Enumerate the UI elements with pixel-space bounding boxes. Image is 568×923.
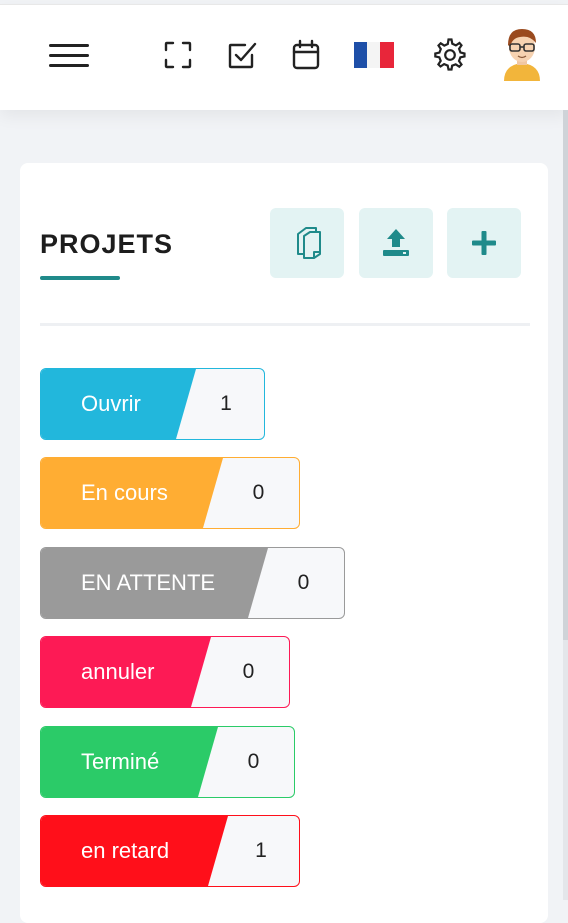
- copy-icon: [297, 227, 321, 259]
- page-title: PROJETS: [40, 229, 174, 259]
- title-underline: [40, 276, 120, 280]
- status-count: 0: [252, 481, 265, 504]
- status-label: Ouvrir: [81, 391, 141, 416]
- french-flag-icon[interactable]: [352, 35, 396, 75]
- status-count: 0: [242, 660, 255, 683]
- scrollbar-thumb[interactable]: [563, 110, 568, 640]
- status-count: 0: [247, 750, 260, 773]
- plus-icon: [472, 231, 496, 255]
- status-en-attente[interactable]: EN ATTENTE 0: [40, 547, 345, 619]
- status-count: 1: [255, 839, 267, 862]
- upload-icon: [383, 229, 409, 256]
- scrollbar[interactable]: [563, 110, 568, 900]
- menu-icon[interactable]: [48, 35, 90, 75]
- status-label: annuler: [81, 659, 155, 684]
- status-label: Terminé: [81, 749, 160, 774]
- upload-button[interactable]: [359, 208, 433, 278]
- status-count: 1: [220, 392, 232, 415]
- status-label: En cours: [81, 480, 168, 505]
- status-en-cours[interactable]: En cours 0: [40, 457, 300, 529]
- status-label: EN ATTENTE: [81, 570, 216, 595]
- calendar-icon[interactable]: [286, 35, 326, 75]
- projects-card: PROJETS Ouvrir 1 En cours 0 EN ATTENTE 0…: [20, 163, 548, 923]
- fullscreen-icon[interactable]: [158, 35, 198, 75]
- status-label: en retard: [81, 838, 170, 863]
- status-count: 0: [297, 571, 310, 594]
- add-project-button[interactable]: [447, 208, 521, 278]
- avatar[interactable]: [500, 25, 544, 81]
- copy-button[interactable]: [270, 208, 344, 278]
- status-termine[interactable]: Terminé 0: [40, 726, 295, 798]
- status-annuler[interactable]: annuler 0: [40, 636, 290, 708]
- divider: [40, 323, 530, 326]
- gear-icon[interactable]: [430, 35, 470, 75]
- status-ouvrir[interactable]: Ouvrir 1: [40, 368, 265, 440]
- status-en-retard[interactable]: en retard 1: [40, 815, 300, 887]
- tasks-icon[interactable]: [222, 35, 262, 75]
- top-navigation-bar: [0, 4, 568, 110]
